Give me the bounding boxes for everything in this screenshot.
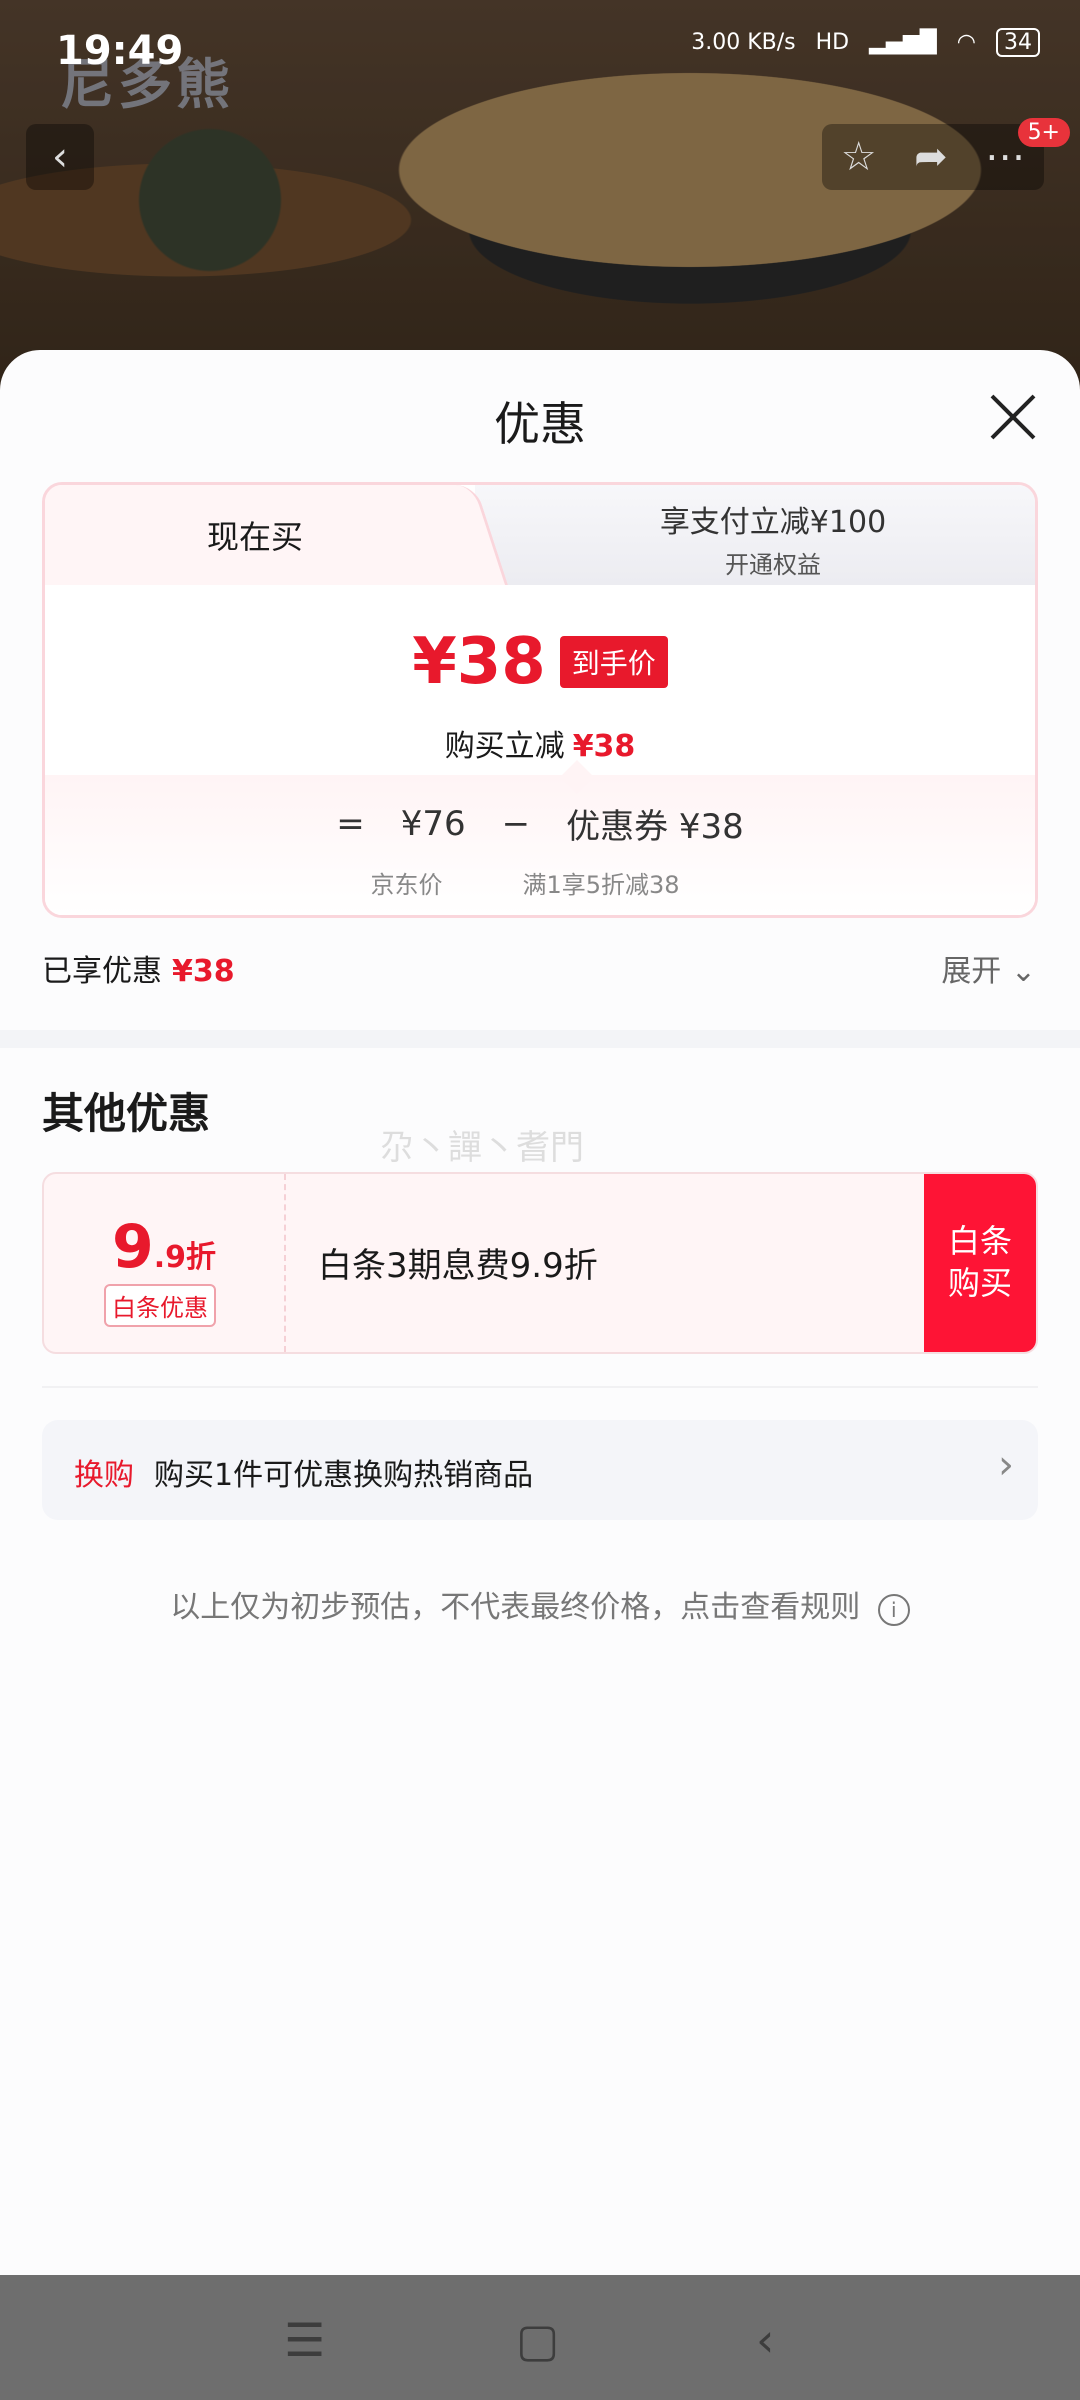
net-speed: 3.00 KB/s [691,30,796,55]
chevron-left-icon: ‹ [52,134,68,180]
system-nav-bar: ☰ ▢ ‹ [0,2275,1080,2400]
coupon-value-area: 9.9折 白条优惠 [44,1174,286,1352]
back-nav-icon[interactable]: ‹ [756,2313,774,2367]
expand-button[interactable]: 展开 ⌄ [941,946,1036,990]
more-icon[interactable]: ⋯ [985,134,1025,180]
baitiao-coupon: 9.9折 白条优惠 白条3期息费9.9折 白条购买 [42,1172,1038,1354]
tab-pay-discount-sublabel: 开通权益 [725,551,821,579]
home-icon[interactable]: ▢ [516,2313,559,2367]
battery-icon: 34 [996,28,1040,57]
reduce-row: 购买立减 ¥38 [45,721,1035,765]
swap-purchase-row[interactable]: 换购 购买1件可优惠换购热销商品 › [42,1420,1038,1520]
sheet-title: 优惠 [494,397,586,451]
enjoyed-label: 已享优惠 [42,954,162,989]
reduce-value: ¥38 [572,729,636,764]
wifi-icon: ◠ [956,30,976,55]
chevron-right-icon: › [998,1442,1014,1488]
coupon-value: 9.9折 [44,1212,284,1282]
formula-minus: − [501,803,531,844]
net-type: HD [815,30,850,55]
discount-sheet: 优惠 现在买 享支付立减¥100 开通权益 ¥38 到手价 购买立减 ¥38 = … [0,350,1080,2275]
signal-icon: ▂▄▆█ [869,30,937,55]
section-divider [0,1030,1080,1048]
baitiao-buy-button[interactable]: 白条购买 [924,1174,1036,1352]
menu-icon[interactable]: ☰ [284,2313,325,2367]
reduce-text: 购买立减 [444,729,565,764]
coupon-value-small: .9折 [153,1240,217,1275]
disclaimer[interactable]: 以上仅为初步预估，不代表最终价格，点击查看规则 i [0,1582,1080,1626]
share-icon[interactable]: ➦ [914,134,948,180]
close-icon[interactable] [986,390,1040,444]
chevron-down-icon: ⌄ [1010,954,1036,989]
formula-row: = ¥76 − 优惠券 ¥38 [45,799,1035,848]
star-icon[interactable]: ☆ [841,134,877,180]
status-bar: 19:49 3.00 KB/s HD ▂▄▆█ ◠ 34 [0,0,1080,100]
formula-sub: 京东价 满1享5折减38 [45,865,1035,900]
coupon-rule: 满1享5折减38 [522,871,680,899]
price-formula: = ¥76 − 优惠券 ¥38 京东价 满1享5折减38 [45,775,1035,915]
status-right: 3.00 KB/s HD ▂▄▆█ ◠ 34 [691,28,1040,57]
thin-divider [42,1386,1038,1388]
coupon-value-big: 9 [111,1212,154,1282]
expand-label: 展开 [941,954,1002,989]
other-offers-title: 其他优惠 [42,1089,211,1138]
coupon-description: 白条3期息费9.9折 [318,1246,598,1286]
baitiao-buy-label: 白条购买 [947,1222,1012,1302]
formula-eq: = [336,803,365,844]
final-price: ¥38 [412,625,546,699]
tab-pay-discount-labels[interactable]: 享支付立减¥100 开通权益 [505,497,1035,580]
top-action-group: ☆ ➦ ⋯ [822,124,1044,190]
status-time: 19:49 [56,28,184,74]
price-tag: 到手价 [559,636,668,688]
tab-buy-now[interactable]: 现在买 [45,485,465,585]
notification-badge: 5+ [1017,118,1070,147]
final-price-row: ¥38 到手价 [45,625,1035,699]
formula-coupon: 优惠券 ¥38 [566,807,744,847]
swap-label: 换购 [74,1458,134,1493]
jd-price-label: 京东价 [370,871,443,899]
enjoyed-value: ¥38 [172,954,235,989]
price-card: 现在买 享支付立减¥100 开通权益 ¥38 到手价 购买立减 ¥38 = ¥76… [42,482,1038,918]
swap-text: 购买1件可优惠换购热销商品 [154,1458,534,1493]
back-button[interactable]: ‹ [26,124,94,190]
disclaimer-text: 以上仅为初步预估，不代表最终价格，点击查看规则 [170,1590,861,1625]
coupon-tag: 白条优惠 [104,1284,216,1327]
tab-pay-discount-label: 享支付立减¥100 [659,505,887,540]
info-icon[interactable]: i [877,1594,910,1626]
enjoyed-discount: 已享优惠 ¥38 [42,946,235,990]
faint-overlay-text: 尕丶譂丶耆門 [380,1128,584,1168]
formula-jd-price: ¥76 [400,803,466,844]
price-body: ¥38 到手价 购买立减 ¥38 = ¥76 − 优惠券 ¥38 京东价 满1享5… [45,585,1035,915]
